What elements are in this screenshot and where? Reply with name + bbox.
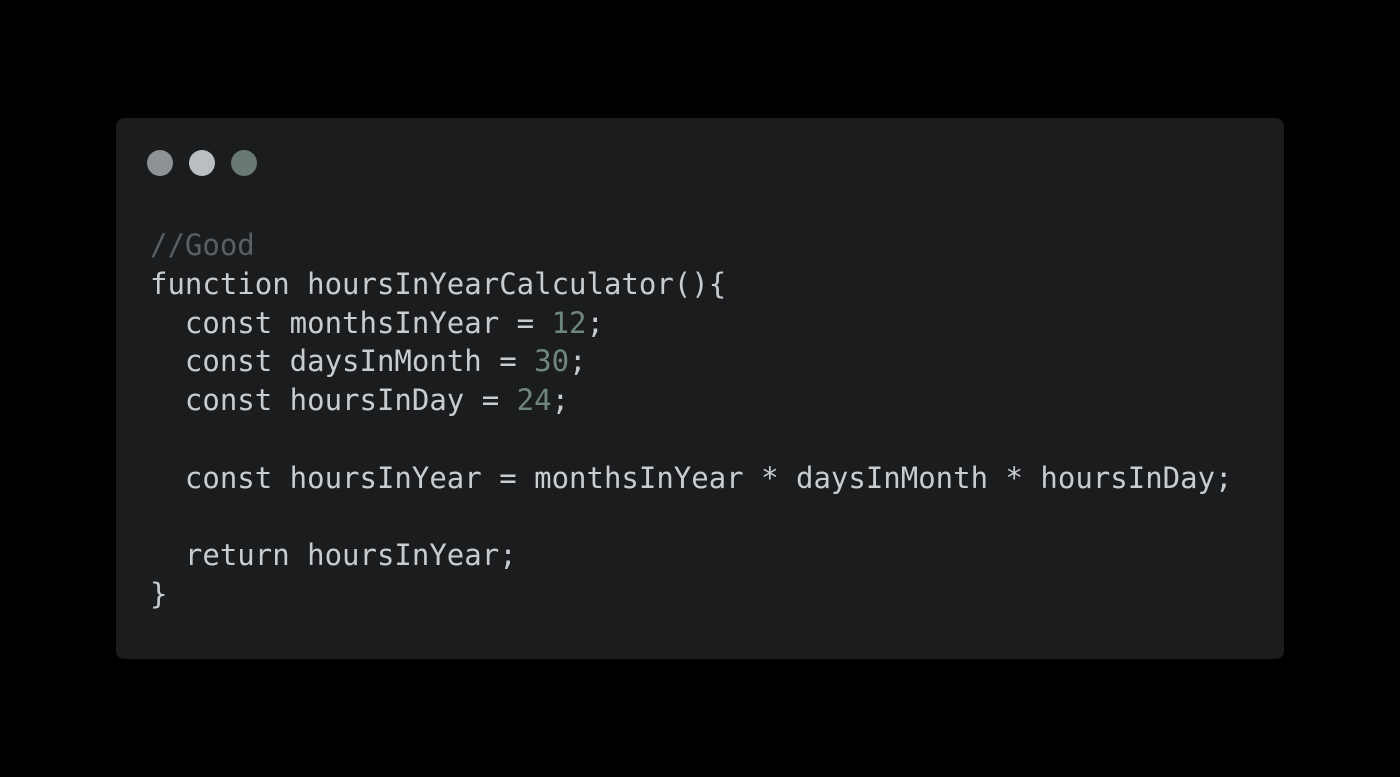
code-token-comment: //Good	[150, 228, 255, 262]
code-token-number: 30	[534, 344, 570, 379]
code-token-plain: return hoursInYear;	[150, 538, 517, 573]
window-dot-2-icon	[189, 150, 215, 176]
window-dot-3-icon	[231, 150, 257, 176]
code-token-plain: }	[150, 577, 168, 612]
code-token-plain: const hoursInDay =	[150, 383, 517, 418]
code-line: const hoursInYear = monthsInYear * daysI…	[150, 459, 1233, 498]
code-line: const hoursInDay = 24;	[150, 381, 1233, 420]
code-token-plain: const hoursInYear = monthsInYear * daysI…	[150, 460, 1233, 495]
window-dot-1-icon	[147, 150, 173, 176]
code-line: const monthsInYear = 12;	[150, 304, 1233, 343]
code-token-number: 12	[551, 305, 587, 340]
code-line: //Good	[150, 226, 1233, 265]
code-token-plain: ;	[551, 383, 570, 418]
canvas-background: //Good function hoursInYearCalculator(){ …	[0, 0, 1400, 777]
code-line: function hoursInYearCalculator(){	[150, 265, 1233, 304]
code-line: }	[150, 575, 1233, 614]
code-token-plain: ;	[569, 344, 587, 379]
code-line: return hoursInYear;	[150, 536, 1233, 575]
code-line: const daysInMonth = 30;	[150, 342, 1233, 381]
code-token-plain: const daysInMonth =	[150, 344, 535, 379]
code-window: //Good function hoursInYearCalculator(){ …	[116, 118, 1284, 659]
code-block: //Good function hoursInYearCalculator(){ …	[150, 226, 1233, 614]
code-token-plain: function hoursInYearCalculator(){	[150, 266, 727, 301]
code-token-plain: const monthsInYear =	[150, 305, 552, 340]
code-token-number: 24	[516, 383, 552, 418]
window-titlebar	[116, 118, 1284, 208]
code-token-plain: ;	[586, 305, 604, 340]
